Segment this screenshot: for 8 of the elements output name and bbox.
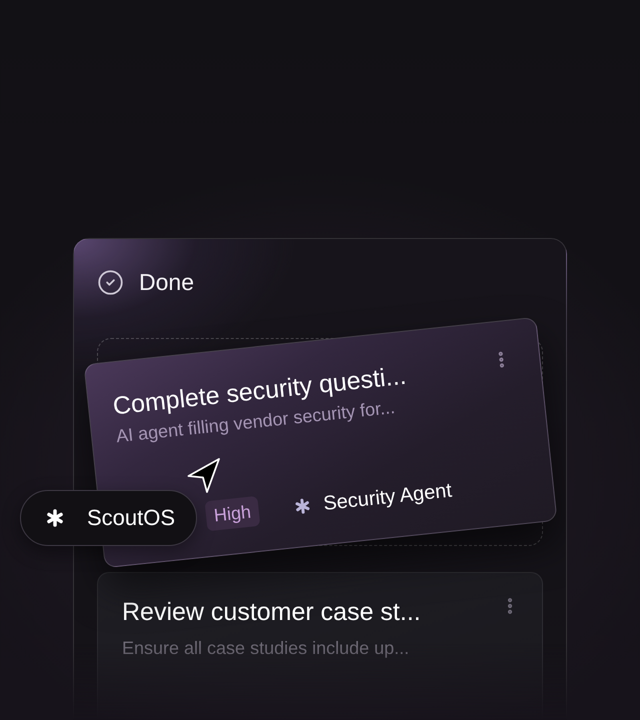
assignee-label: Security Agent — [322, 478, 453, 516]
column-title: Done — [139, 269, 194, 295]
task-description: Ensure all case studies include up... — [122, 637, 410, 660]
pointer-icon — [187, 457, 221, 494]
task-title: Review customer case st... — [122, 597, 421, 627]
check-circle-icon — [97, 268, 124, 296]
cursor-tag-label: ScoutOS — [87, 505, 176, 531]
priority-badge: High — [204, 496, 260, 532]
